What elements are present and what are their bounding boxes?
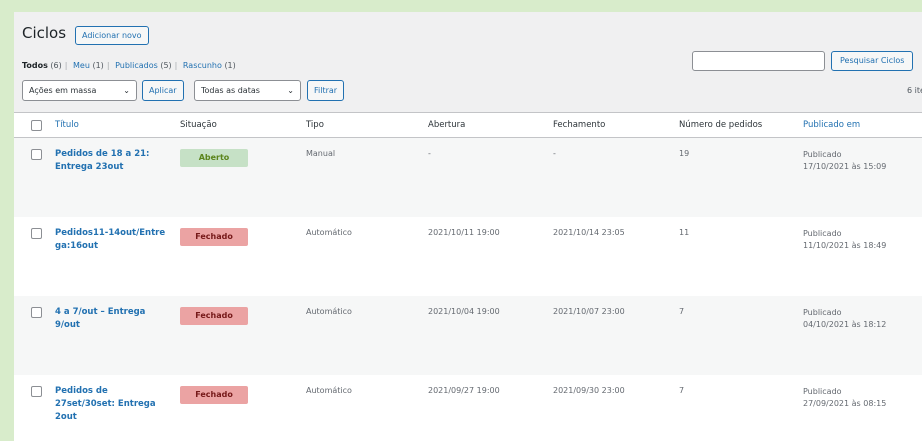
row-pub-status: Publicado bbox=[803, 229, 842, 238]
row-pub-status: Publicado bbox=[803, 387, 842, 396]
row-orders: 7 bbox=[679, 307, 685, 316]
row-title-link[interactable]: Pedidos11-14out/Entrega:16out bbox=[55, 227, 167, 253]
row-checkbox[interactable] bbox=[31, 386, 42, 397]
row-opening: - bbox=[428, 149, 431, 158]
col-status: Situação bbox=[180, 120, 217, 130]
row-type: Manual bbox=[306, 149, 336, 158]
table-row: Pedidos de 18 a 21: Entrega 23out Aberto… bbox=[14, 138, 922, 217]
row-opening: 2021/10/04 19:00 bbox=[428, 307, 500, 316]
view-published-count: (5) bbox=[160, 61, 172, 70]
filter-button[interactable]: Filtrar bbox=[307, 80, 345, 101]
row-published: Publicado 17/10/2021 às 15:09 bbox=[803, 149, 886, 173]
table-header: Título Situação Tipo Abertura Fechamento… bbox=[14, 112, 922, 138]
bulk-actions-select[interactable]: Ações em massa ⌄ bbox=[22, 80, 137, 101]
add-new-button[interactable]: Adicionar novo bbox=[75, 26, 149, 45]
row-orders: 7 bbox=[679, 386, 685, 395]
select-all-checkbox[interactable] bbox=[31, 120, 42, 131]
row-orders: 11 bbox=[679, 228, 690, 237]
row-type: Automático bbox=[306, 307, 352, 316]
row-checkbox[interactable] bbox=[31, 149, 42, 160]
row-opening: 2021/09/27 19:00 bbox=[428, 386, 500, 395]
date-filter-value: Todas as datas bbox=[201, 86, 260, 95]
row-pub-date: 27/09/2021 às 08:15 bbox=[803, 399, 887, 408]
row-checkbox[interactable] bbox=[31, 228, 42, 239]
status-views: Todos (6) | Meu (1) | Publicados (5) | Rasc… bbox=[22, 61, 236, 70]
row-type: Automático bbox=[306, 386, 352, 395]
view-drafts-count: (1) bbox=[224, 61, 236, 70]
date-filter-select[interactable]: Todas as datas ⌄ bbox=[194, 80, 301, 101]
view-all[interactable]: Todos bbox=[22, 61, 48, 70]
row-checkbox[interactable] bbox=[31, 307, 42, 318]
col-opening: Abertura bbox=[428, 120, 466, 130]
page-title: Ciclos bbox=[22, 24, 67, 42]
table-row: Pedidos11-14out/Entrega:16out Fechado Au… bbox=[14, 217, 922, 296]
row-published: Publicado 04/10/2021 às 18:12 bbox=[803, 307, 886, 331]
apply-button[interactable]: Aplicar bbox=[142, 80, 184, 101]
admin-panel: Ciclos Adicionar novo Todos (6) | Meu (1)… bbox=[14, 12, 922, 441]
row-pub-date: 04/10/2021 às 18:12 bbox=[803, 320, 887, 329]
col-published[interactable]: Publicado em bbox=[803, 120, 860, 130]
status-badge: Fechado bbox=[180, 307, 248, 325]
view-published[interactable]: Publicados bbox=[115, 61, 158, 70]
view-drafts[interactable]: Rascunho bbox=[183, 61, 222, 70]
row-title-link[interactable]: Pedidos de 27set/30set: Entrega 2out bbox=[55, 385, 160, 424]
chevron-down-icon: ⌄ bbox=[287, 86, 294, 95]
row-type: Automático bbox=[306, 228, 352, 237]
bulk-actions-value: Ações em massa bbox=[29, 86, 97, 95]
col-closing: Fechamento bbox=[553, 120, 606, 130]
row-published: Publicado 11/10/2021 às 18:49 bbox=[803, 228, 886, 252]
row-closing: 2021/10/07 23:00 bbox=[553, 307, 625, 316]
row-closing: 2021/09/30 23:00 bbox=[553, 386, 625, 395]
row-orders: 19 bbox=[679, 149, 690, 158]
row-pub-status: Publicado bbox=[803, 150, 842, 159]
col-orders: Número de pedidos bbox=[679, 120, 763, 130]
table-row: Pedidos de 27set/30set: Entrega 2out Fec… bbox=[14, 375, 922, 441]
col-title[interactable]: Título bbox=[55, 120, 79, 130]
status-badge: Aberto bbox=[180, 149, 248, 167]
search-input[interactable] bbox=[692, 51, 825, 71]
row-title-link[interactable]: Pedidos de 18 a 21: Entrega 23out bbox=[55, 148, 175, 174]
items-count: 6 itens bbox=[907, 86, 922, 95]
search-button[interactable]: Pesquisar Ciclos bbox=[831, 51, 914, 71]
view-all-count: (6) bbox=[50, 61, 62, 70]
row-pub-status: Publicado bbox=[803, 308, 842, 317]
status-badge: Fechado bbox=[180, 386, 248, 404]
row-closing: - bbox=[553, 149, 556, 158]
status-badge: Fechado bbox=[180, 228, 248, 246]
row-pub-date: 11/10/2021 às 18:49 bbox=[803, 241, 887, 250]
col-type: Tipo bbox=[306, 120, 324, 130]
table-row: 4 a 7/out – Entrega 9/out Fechado Automá… bbox=[14, 296, 922, 375]
view-mine[interactable]: Meu bbox=[73, 61, 90, 70]
row-closing: 2021/10/14 23:05 bbox=[553, 228, 625, 237]
chevron-down-icon: ⌄ bbox=[123, 86, 130, 95]
row-published: Publicado 27/09/2021 às 08:15 bbox=[803, 386, 886, 410]
row-title-link[interactable]: 4 a 7/out – Entrega 9/out bbox=[55, 306, 165, 332]
view-mine-count: (1) bbox=[92, 61, 104, 70]
row-opening: 2021/10/11 19:00 bbox=[428, 228, 500, 237]
row-pub-date: 17/10/2021 às 15:09 bbox=[803, 162, 887, 171]
